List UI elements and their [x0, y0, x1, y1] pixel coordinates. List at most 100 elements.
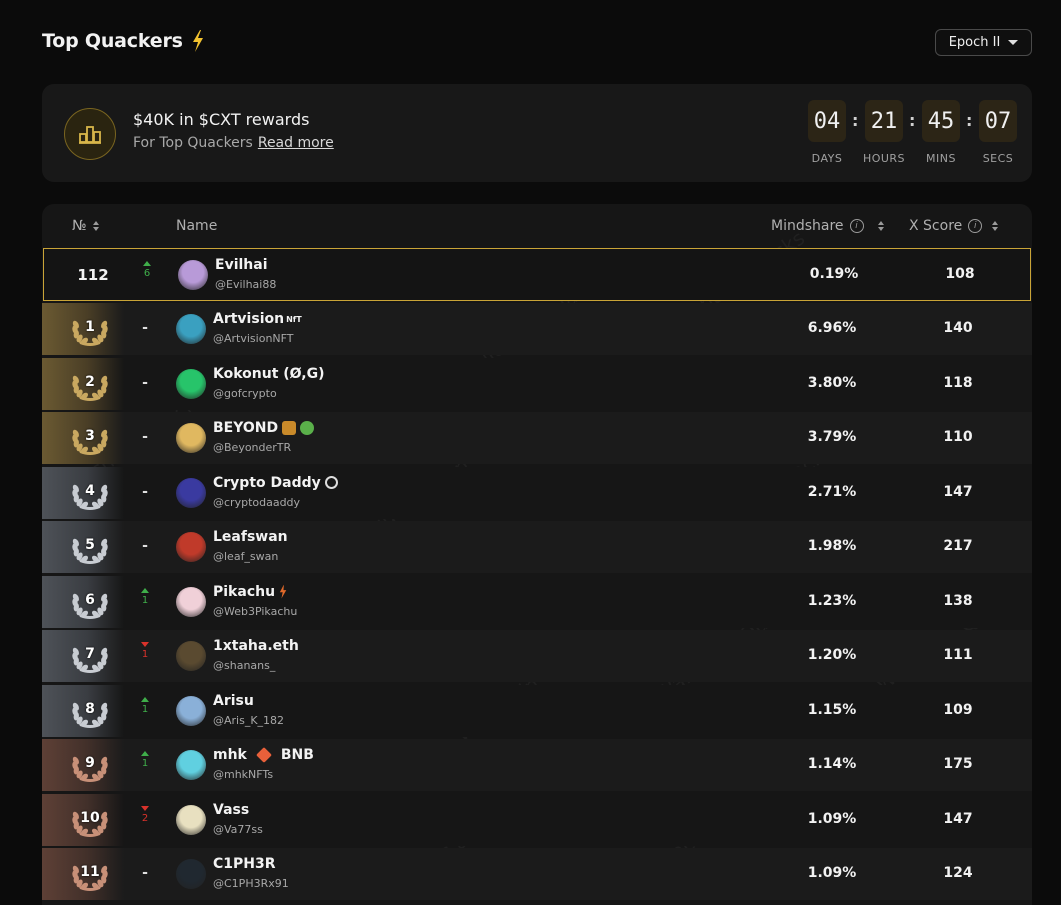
epoch-dropdown[interactable]: Epoch II: [935, 29, 1032, 56]
user-handle[interactable]: @BeyonderTR: [213, 441, 291, 454]
table-row[interactable]: 7 1 1xtaha.eth @shanans_ 1.20% 111: [42, 630, 1032, 682]
rank-cell: 7: [42, 630, 124, 682]
info-icon[interactable]: i: [849, 219, 864, 233]
avatar[interactable]: [176, 423, 206, 453]
sort-icon: [92, 221, 99, 231]
avatar[interactable]: [176, 641, 206, 671]
table-row[interactable]: 9 1 mhk BNB @mhkNFTs 1.14% 175: [42, 739, 1032, 791]
table-row[interactable]: 6 1 Pikachu @Web3Pikachu 1.23% 138: [42, 575, 1032, 628]
avatar[interactable]: [176, 477, 206, 508]
mindshare-value: 1.09%: [807, 865, 857, 881]
table-header: № Name Mindshare i X Score i: [42, 204, 1032, 248]
column-rank-header[interactable]: №: [72, 218, 99, 234]
rank-cell: 112: [44, 249, 126, 300]
user-handle[interactable]: @Aris_K_182: [213, 714, 284, 727]
mindshare-value: 1.98%: [807, 538, 857, 554]
user-name[interactable]: Crypto Daddy: [213, 475, 338, 491]
rewards-sub-label: For Top Quackers: [133, 135, 253, 151]
user-name-suffix: BNB: [280, 747, 314, 763]
table-row[interactable]: 8 1 Arisu @Aris_K_182 1.15% 109: [42, 684, 1032, 737]
rank-cell: 3: [42, 412, 124, 464]
user-name[interactable]: C1PH3R: [213, 856, 276, 872]
laurel-badge-icon: 4: [71, 477, 109, 511]
laurel-badge-icon: 10: [71, 804, 109, 838]
info-icon[interactable]: i: [968, 219, 983, 233]
user-name[interactable]: 1xtaha.eth: [213, 638, 299, 654]
countdown-label: HOURS: [862, 152, 906, 165]
user-name[interactable]: Arisu: [213, 693, 254, 709]
arrow-up-icon: [141, 587, 149, 593]
user-name[interactable]: Artvision NfT: [213, 311, 302, 327]
countdown-mins: 45 MINS: [916, 100, 966, 165]
user-handle[interactable]: @shanans_: [213, 659, 275, 672]
column-mindshare-header[interactable]: Mindshare i: [771, 218, 884, 234]
rank-change-value: 2: [141, 812, 149, 824]
table-row[interactable]: 11 - C1PH3R @C1PH3Rx91 1.09% 124: [42, 848, 1032, 900]
xscore-value: 138: [943, 592, 973, 609]
current-user-row[interactable]: 112 6 Evilhai @Evilhai88 0.19% 108: [43, 248, 1031, 301]
table-row[interactable]: 3 - BEYOND @BeyonderTR 3.79% 110: [42, 412, 1032, 464]
user-name[interactable]: mhk BNB: [213, 747, 314, 763]
arrow-up-icon: [141, 751, 149, 756]
rank-change-value: 1: [141, 594, 149, 606]
avatar[interactable]: [176, 586, 206, 617]
table-row[interactable]: 5 - Leafswan @leaf_swan 1.98% 217: [42, 521, 1032, 573]
user-name[interactable]: BEYOND: [213, 420, 315, 436]
table-row[interactable]: 4 - Crypto Daddy @cryptodaaddy 2.71% 147: [42, 466, 1032, 519]
rank-cell: 4: [42, 466, 124, 519]
user-handle[interactable]: @C1PH3Rx91: [213, 877, 289, 890]
avatar[interactable]: [176, 859, 206, 889]
column-xscore-header[interactable]: X Score i: [909, 218, 999, 234]
rank-change: 6: [136, 261, 158, 279]
user-handle[interactable]: @ArtvisionNFT: [213, 332, 294, 345]
user-handle[interactable]: @gofcrypto: [213, 387, 277, 400]
avatar[interactable]: [176, 695, 206, 726]
read-more-link[interactable]: Read more: [258, 135, 334, 151]
user-handle[interactable]: @Va77ss: [213, 823, 263, 836]
user-handle[interactable]: @mhkNFTs: [213, 768, 273, 781]
user-name[interactable]: Pikachu: [213, 584, 287, 600]
countdown-label: MINS: [926, 152, 956, 165]
user-handle[interactable]: @Evilhai88: [215, 278, 276, 291]
table-row[interactable]: 10 2 Vass @Va77ss 1.09% 147: [42, 793, 1032, 846]
laurel-badge-icon: 2: [71, 368, 109, 402]
arrow-down-icon: [141, 805, 149, 811]
countdown-separator: :: [852, 111, 859, 130]
user-handle[interactable]: @leaf_swan: [213, 550, 278, 563]
rank-number: 6: [85, 591, 95, 608]
emoji-icon: [279, 584, 287, 599]
emoji-icon: [300, 421, 315, 435]
user-name[interactable]: Evilhai: [215, 257, 268, 273]
rank-number: 10: [80, 809, 100, 826]
rank-number: 3: [85, 428, 95, 444]
user-name[interactable]: Vass: [213, 802, 249, 818]
chevron-down-icon: [1008, 40, 1019, 45]
avatar[interactable]: [176, 532, 206, 562]
rewards-subtext: For Top Quackers Read more: [133, 135, 334, 151]
user-name[interactable]: Leafswan: [213, 529, 288, 545]
avatar[interactable]: [176, 314, 206, 344]
avatar[interactable]: [176, 750, 206, 780]
avatar[interactable]: [176, 804, 206, 835]
user-handle[interactable]: @cryptodaaddy: [213, 496, 300, 509]
mindshare-value: 1.20%: [807, 647, 857, 663]
rank-number: 5: [85, 537, 95, 553]
avatar[interactable]: [176, 368, 206, 399]
rank-change: -: [142, 865, 148, 881]
lightning-icon: [192, 30, 203, 52]
rank-change-value: 1: [141, 703, 149, 715]
trophy-icon: [64, 108, 116, 160]
laurel-badge-icon: 7: [71, 640, 109, 674]
user-name[interactable]: Kokonut (Ø,G): [213, 366, 324, 382]
user-name-text: Vass: [213, 801, 250, 818]
table-row[interactable]: 2 - Kokonut (Ø,G) @gofcrypto 3.80% 118: [42, 357, 1032, 410]
countdown-label: DAYS: [811, 152, 843, 165]
user-handle[interactable]: @Web3Pikachu: [213, 605, 297, 618]
rank-number: 8: [85, 700, 95, 717]
sort-icon: [877, 221, 884, 231]
rank-number: 9: [85, 755, 95, 771]
table-row[interactable]: 1 - Artvision NfT @ArtvisionNFT 6.96% 140: [42, 303, 1032, 355]
rank-number: 4: [85, 482, 95, 499]
avatar[interactable]: [178, 260, 208, 290]
rank-cell: 1: [42, 303, 124, 355]
